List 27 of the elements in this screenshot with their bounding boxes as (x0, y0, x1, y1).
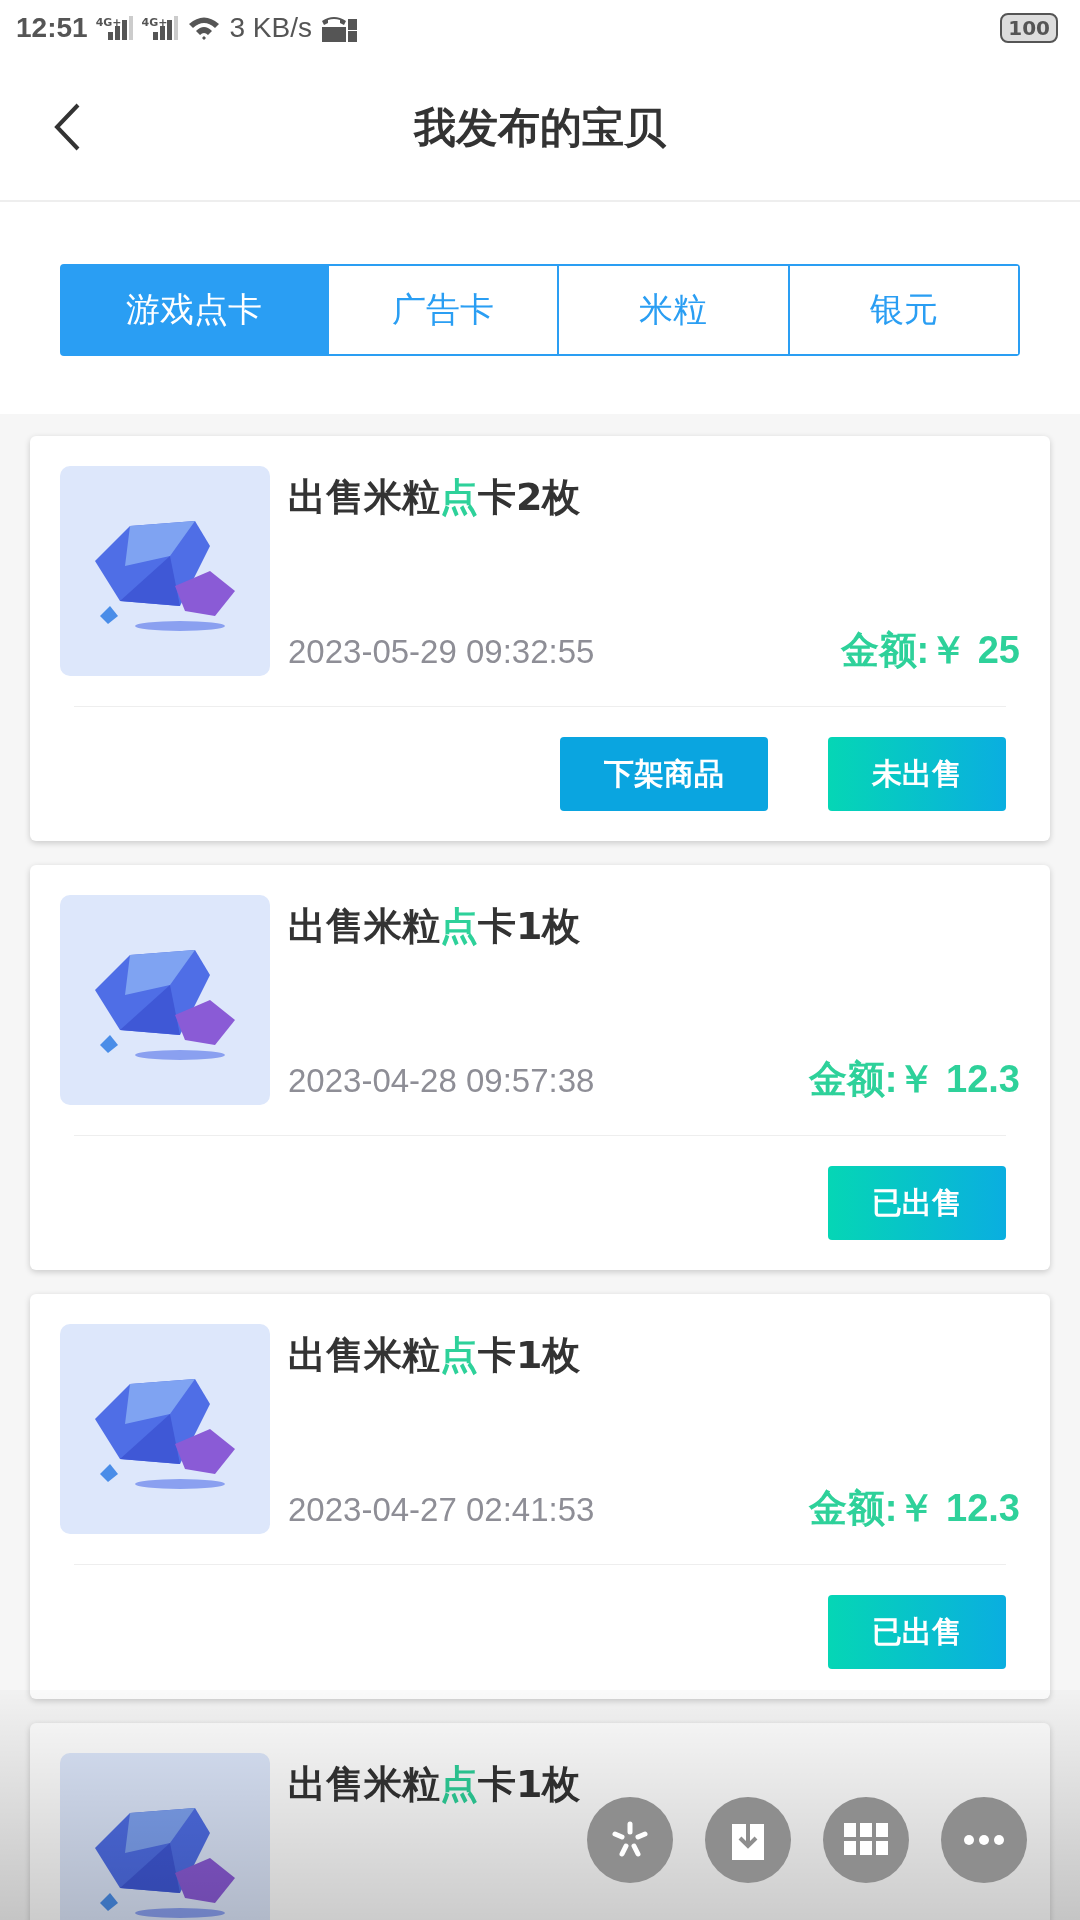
product-title: 出售米粒点卡2枚 (288, 474, 582, 521)
price-text: 金额:￥ 25 (840, 628, 1020, 673)
network-label: 4G+ (95, 16, 122, 29)
price-text: 金额:￥ 12.3 (808, 1057, 1020, 1102)
product-title: 出售米粒点卡1枚 (288, 1761, 582, 1808)
page-title: 我发布的宝贝 (414, 102, 666, 154)
product-title: 出售米粒点卡1枚 (288, 903, 582, 950)
delist-button[interactable]: 下架商品 (560, 737, 768, 811)
back-icon[interactable] (52, 102, 82, 152)
more-icon (964, 1835, 1004, 1845)
status-button[interactable]: 已出售 (828, 1166, 1006, 1240)
grid-icon (844, 1823, 888, 1857)
publish-time: 2023-04-28 09:57:38 (288, 1062, 595, 1100)
price-text: 金额:￥ 12.3 (808, 1486, 1020, 1531)
product-title: 出售米粒点卡1枚 (288, 1332, 582, 1379)
wifi-icon (187, 15, 222, 41)
battery-indicator: 100 (1000, 13, 1058, 43)
category-tab[interactable]: 游戏点卡 (62, 266, 327, 354)
publish-time: 2023-05-29 09:32:55 (288, 633, 595, 671)
status-time: 12:51 (16, 12, 88, 44)
sparkle-icon (610, 1820, 650, 1860)
category-tab[interactable]: 银元 (787, 266, 1018, 354)
network-label: 4G+ (141, 16, 168, 29)
network-speed: 3 KB/s (229, 12, 312, 44)
status-button[interactable]: 已出售 (828, 1595, 1006, 1669)
publish-time: 2023-04-27 02:41:53 (288, 1491, 595, 1529)
status-button[interactable]: 未出售 (828, 737, 1006, 811)
